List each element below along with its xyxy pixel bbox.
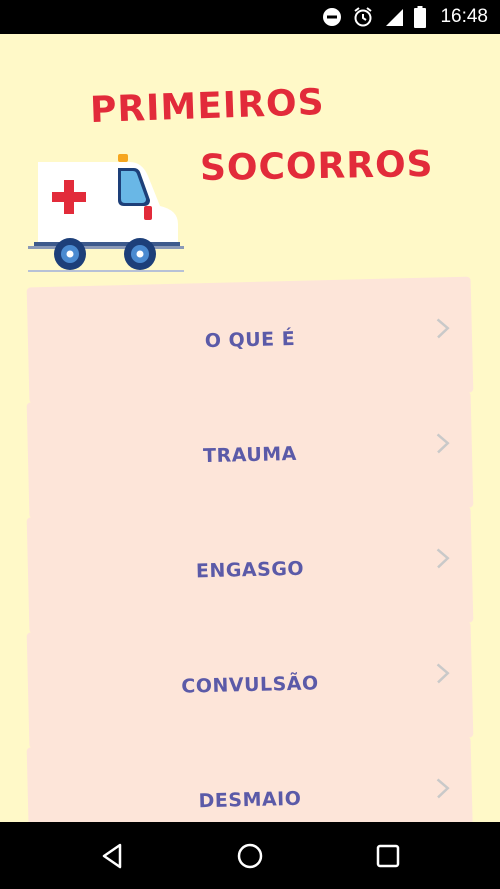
ambulance-icon <box>28 154 184 272</box>
menu-item-label: ENGASGO <box>195 557 305 583</box>
page-title-line1: PRIMEIROS <box>89 81 326 132</box>
menu-item-label: DESMAIO <box>198 787 302 813</box>
signal-icon <box>384 7 404 27</box>
menu-item-o-que-e[interactable]: O QUE É <box>26 276 474 404</box>
recents-button[interactable] <box>368 836 408 876</box>
do-not-disturb-icon <box>322 7 342 27</box>
menu-item-convulsao[interactable]: CONVULSÃO <box>26 621 474 749</box>
back-icon <box>102 843 122 869</box>
menu-item-label: TRAUMA <box>202 442 298 468</box>
back-button[interactable] <box>92 836 132 876</box>
home-icon <box>237 843 263 869</box>
home-button[interactable] <box>230 836 270 876</box>
chevron-right-icon <box>436 663 450 684</box>
chevron-right-icon <box>436 778 450 799</box>
menu-item-label: CONVULSÃO <box>181 672 319 698</box>
page-title-line2: SOCORROS <box>199 143 434 190</box>
chevron-right-icon <box>436 318 450 339</box>
menu-item-desmaio[interactable]: DESMAIO <box>26 736 474 822</box>
navigation-bar <box>0 822 500 889</box>
status-time: 16:48 <box>440 6 488 27</box>
menu-item-engasgo[interactable]: ENGASGO <box>26 506 474 634</box>
status-bar: 16:48 <box>0 0 500 34</box>
chevron-right-icon <box>436 548 450 569</box>
menu-item-label: O QUE É <box>204 327 296 353</box>
battery-icon <box>414 6 427 28</box>
menu-item-trauma[interactable]: TRAUMA <box>26 391 474 519</box>
alarm-icon <box>352 6 374 28</box>
chevron-right-icon <box>436 433 450 454</box>
recents-icon <box>376 844 400 868</box>
app-content: PRIMEIROS SOCORROS O QUE É TRAUMA ENGASG… <box>0 34 500 822</box>
